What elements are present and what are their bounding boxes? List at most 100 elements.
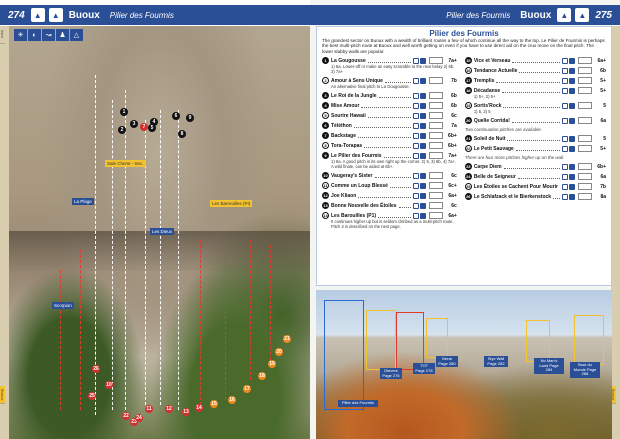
bolt-icon [419, 102, 426, 109]
route-number-pin: 1 [120, 108, 128, 116]
route-name: Vice et Verseau [473, 57, 511, 64]
route-name: Décadanse [473, 87, 501, 94]
route-number-pin: 19 [268, 360, 276, 368]
tick-box [578, 57, 592, 65]
route-entry: 15 Vice et Verseau 6a+ [464, 57, 606, 65]
route-grade: 5+ [600, 87, 606, 94]
route-number: 22 [464, 145, 472, 153]
right-header: Pilier des Fourmis Buoux ▲ ▲ 275 [310, 5, 620, 25]
sun-icon: ☀ [14, 29, 27, 41]
quality-star-icon [412, 192, 419, 199]
route-description: 1) 6a. A good pitch in its own right up … [331, 159, 457, 170]
route-number-pin: 2 [118, 126, 126, 134]
leader-dots [389, 184, 411, 188]
left-tab-strip: Intro Buoux [0, 26, 9, 439]
route-number: 10 [322, 172, 329, 180]
route-line [270, 245, 271, 365]
route-entry: 6 Téléthon 7a [322, 122, 457, 130]
route-name: Comme un Loup Blessé [331, 182, 388, 189]
leader-dots [367, 114, 411, 118]
route-name: Vaugeray's Sister [331, 172, 373, 179]
right-tab-strip: Buoux [611, 26, 620, 439]
route-grade: 6b [450, 92, 457, 99]
page-number: 274 [8, 9, 25, 21]
route-grade: 6c [451, 112, 457, 119]
route-number-pin: 21 [283, 335, 291, 343]
route-number-pin: 16 [228, 396, 236, 404]
route-number: 1 [322, 57, 329, 65]
quality-star-icon [412, 132, 419, 139]
route-entry: 26 Le Schlafzack et le Bierkenstock 8a [464, 193, 606, 201]
bolt-icon [419, 202, 426, 209]
quality-star-icon [412, 77, 419, 84]
route-number: 19 [464, 102, 472, 110]
route-number-pin: 14 [195, 404, 203, 412]
crag-title: Buoux [520, 9, 552, 21]
route-description: It continues higher up but is seldom cli… [331, 219, 454, 230]
route-number: 16 [464, 67, 472, 75]
route-name: Tendance Actuelle [473, 67, 518, 74]
quality-star-icon [562, 87, 568, 94]
tick-box [578, 77, 592, 85]
route-number: 25 [464, 183, 472, 191]
tick-box [578, 135, 592, 143]
route-name: Le Schlafzack et le Bierkenstock [473, 193, 552, 200]
route-number: 21 [464, 135, 472, 143]
route-number-pin: 24 [135, 414, 143, 422]
route-number-pin: 3 [130, 120, 138, 128]
bolt-icon [419, 92, 426, 99]
route-name: Sourire Hawaii [331, 112, 366, 119]
bolt-icon [419, 192, 426, 199]
route-number-pin: 18 [258, 372, 266, 380]
leader-dots [378, 214, 411, 218]
page-number: 275 [595, 9, 612, 21]
tick-box [428, 57, 443, 65]
route-name: Mise Amour [331, 102, 360, 109]
route-number: 7 [322, 132, 329, 140]
shade-icon: ◐ [28, 29, 41, 41]
bolt-icon [569, 145, 575, 152]
tick-box [428, 142, 443, 150]
quality-star-icon [562, 77, 568, 84]
route-number-pin: 20 [275, 348, 283, 356]
bolt-icon [569, 193, 575, 200]
leader-dots [503, 104, 560, 108]
leader-dots [383, 154, 411, 158]
route-grade: 6c [451, 202, 457, 209]
leader-dots [511, 119, 560, 123]
bolt-icon [569, 135, 575, 142]
photo-label: No Man's Land Page 284 [534, 358, 564, 374]
route-grade: 7b [450, 77, 457, 84]
sector-outline [526, 320, 550, 362]
route-name: Le Roi de la Jungle [331, 92, 377, 99]
leader-dots [367, 59, 411, 63]
climber-icon: ▲ [557, 8, 572, 22]
bolt-icon [419, 182, 426, 189]
route-note: There are four more pitches higher up on… [464, 155, 565, 161]
bolt-icon [569, 163, 575, 170]
route-grade: 7b [600, 183, 606, 190]
route-line [112, 100, 113, 410]
route-number: 13 [322, 202, 329, 210]
route-number: 11 [322, 182, 329, 190]
route-entry: 24 Belle de Seigneur 6a [464, 173, 606, 181]
route-grade: 7a+ [448, 57, 457, 64]
tick-box [428, 202, 443, 210]
route-name: Joe Kliaon [331, 192, 357, 199]
route-number: 15 [464, 57, 472, 65]
route-grade: 6a [600, 173, 606, 180]
tick-box [428, 212, 443, 220]
leader-dots [502, 89, 560, 93]
route-entry: 11 Comme un Loup Blessé 6c+ [322, 182, 457, 190]
leader-dots [374, 174, 411, 178]
route-grade: 6a+ [448, 192, 457, 199]
route-entry: 23 Carpe Diem 6b+ [464, 163, 606, 171]
route-name: Le Pilier des Fourmis [331, 152, 382, 159]
sector-subtitle: Pilier des Fourmis [446, 10, 511, 20]
route-number-pin: 17 [243, 385, 251, 393]
route-name: Soleil de Nuit [473, 135, 506, 142]
tick-box [578, 163, 592, 171]
quality-star-icon [562, 183, 568, 190]
route-grade: 6c+ [448, 182, 457, 189]
photo-label: Bérat Page 280 [436, 356, 458, 367]
